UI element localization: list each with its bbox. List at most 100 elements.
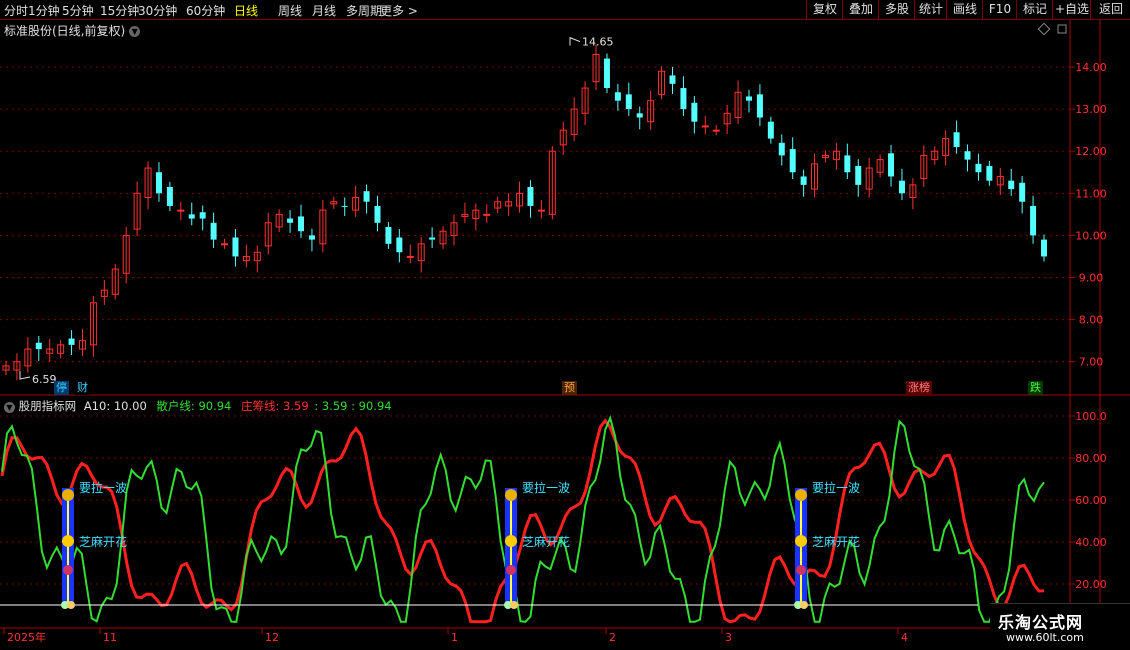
price-tick-label: 8.00 — [1079, 314, 1104, 327]
signal-label-rally: 要拉一波 — [522, 480, 570, 495]
candle-body — [155, 172, 162, 194]
time-axis-label: 1 — [451, 631, 458, 644]
candle-body — [188, 214, 195, 219]
signal-label-sesame: 芝麻开花 — [522, 534, 570, 549]
flower-icon — [796, 565, 806, 575]
candle-body — [177, 209, 185, 212]
price-tick-label: 10.00 — [1075, 229, 1107, 242]
candle-body — [701, 125, 709, 128]
high-marker — [569, 36, 581, 46]
time-axis-label: 2 — [609, 631, 616, 644]
up-arrow-icon — [62, 535, 74, 547]
sesame-icon — [800, 601, 808, 609]
candle-body — [669, 75, 676, 84]
candle-body — [712, 129, 720, 132]
low-marker — [19, 370, 31, 380]
candle-body — [287, 218, 294, 223]
price-tick-label: 9.00 — [1079, 272, 1104, 285]
signal-label-rally: 要拉一波 — [79, 480, 127, 495]
candle-body — [636, 113, 643, 118]
banker-line — [0, 418, 1045, 624]
candle-body — [1008, 180, 1015, 190]
banker-line-value: 庄筹线: 3.59 — [241, 399, 309, 413]
diamond-icon — [1037, 22, 1051, 36]
flower-icon — [63, 565, 73, 575]
candle-body — [691, 102, 698, 122]
candle-body — [341, 205, 348, 207]
indicator-tick-label: 20.00 — [1075, 578, 1107, 591]
candle-body — [199, 212, 206, 219]
time-axis-label: 2025年 — [7, 630, 46, 644]
time-axis-label: 3 — [725, 631, 732, 644]
candle-body — [527, 186, 534, 206]
candle-body — [778, 142, 785, 156]
sesame-icon — [510, 601, 518, 609]
watermark-title: 乐淘公式网 — [998, 613, 1084, 632]
time-axis-label: 4 — [901, 631, 908, 644]
candle-body — [975, 163, 982, 173]
candle-body — [537, 209, 545, 212]
candle-body — [166, 186, 173, 206]
money-bag-icon — [62, 489, 74, 501]
square-icon — [1057, 24, 1067, 34]
event-tag-0[interactable]: 停 — [54, 381, 69, 395]
price-tick-label: 11.00 — [1075, 187, 1107, 200]
candle-body — [1019, 182, 1026, 202]
sesame-icon — [67, 601, 75, 609]
candle-body — [1030, 205, 1037, 236]
candle-body — [396, 237, 403, 253]
candle-body — [603, 58, 610, 89]
candle-body — [844, 155, 851, 173]
candle-body — [68, 338, 75, 345]
candle-body — [953, 132, 960, 147]
candle-body — [986, 165, 993, 181]
candle-body — [888, 153, 895, 177]
money-bag-icon — [505, 489, 517, 501]
candle-body — [210, 222, 217, 240]
candle-body — [221, 243, 229, 246]
retail-line-value: 散户线: 90.94 — [156, 399, 232, 413]
candle-body — [298, 216, 305, 232]
up-arrow-icon — [505, 535, 517, 547]
candle-body — [363, 191, 370, 202]
chevron-down-icon[interactable]: ▼ — [4, 402, 15, 413]
money-bag-icon — [795, 489, 807, 501]
signal-label-rally: 要拉一波 — [812, 480, 860, 495]
indicator-header: ▼ 股朋指标网 A10: 10.00 散户线: 90.94 庄筹线: 3.59 … — [4, 398, 392, 414]
candle-body — [483, 213, 491, 216]
event-tag-4[interactable]: 跌 — [1028, 381, 1043, 395]
candle-body — [406, 255, 414, 258]
indicator-name: 股朋指标网 — [18, 399, 77, 413]
time-axis-label: 12 — [265, 631, 279, 644]
candle-body — [964, 151, 971, 160]
signal-label-sesame: 芝麻开花 — [812, 534, 860, 549]
price-tick-label: 13.00 — [1075, 103, 1107, 116]
watermark-url: www.60lt.com — [1006, 631, 1084, 644]
candle-body — [1041, 239, 1047, 257]
candle-body — [756, 94, 763, 118]
indicator-tick-label: 100.0 — [1075, 410, 1107, 423]
candle-body — [614, 92, 621, 101]
indicator-tick-label: 60.00 — [1075, 494, 1107, 507]
flower-icon — [506, 565, 516, 575]
indicator-tick-label: 40.00 — [1075, 536, 1107, 549]
event-tag-1[interactable]: 财 — [75, 381, 90, 395]
candle-body — [35, 342, 42, 350]
candle-body — [745, 96, 752, 101]
low-price-label: 6.59 — [32, 373, 57, 386]
up-arrow-icon — [795, 535, 807, 547]
extra-values: : 3.59 : 90.94 — [314, 399, 392, 413]
candle-body — [385, 226, 392, 244]
price-chart[interactable]: 14.00 13.00 12.00 11.00 10.00 9.00 8.00 7.00 100… — [0, 0, 1130, 650]
price-tick-label: 12.00 — [1075, 145, 1107, 158]
candle-body — [374, 205, 381, 223]
candle-body — [898, 180, 905, 194]
event-tag-2[interactable]: 预 — [562, 381, 577, 395]
candle-body — [308, 235, 315, 240]
a10-value: A10: 10.00 — [83, 399, 147, 413]
retail-line — [1, 415, 1045, 623]
indicator-tick-label: 80.00 — [1075, 452, 1107, 465]
candle-body — [789, 149, 796, 173]
high-price-label: 14.65 — [582, 36, 614, 49]
event-tag-3[interactable]: 涨榜 — [906, 381, 932, 395]
